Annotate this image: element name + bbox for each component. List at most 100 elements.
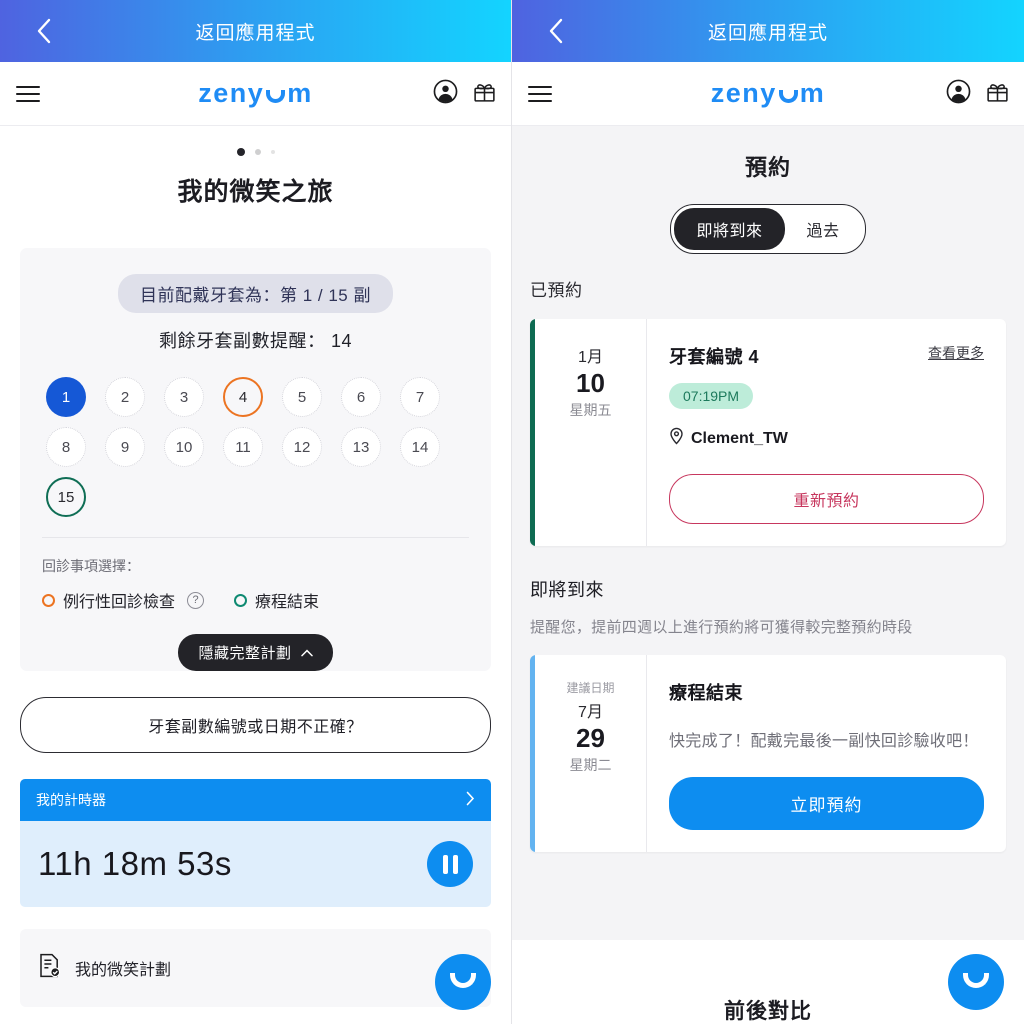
- aligner-plan-card: 目前配戴牙套為：第 1 / 15 副 剩餘牙套副數提醒： 14 1 2 3 4 …: [20, 248, 491, 671]
- native-topbar: 返回應用程式: [512, 0, 1024, 62]
- radio-option-finish[interactable]: 療程結束: [234, 588, 319, 612]
- aligner-cell[interactable]: 12: [282, 427, 322, 467]
- carousel-dot[interactable]: [254, 149, 261, 155]
- rebook-button[interactable]: 重新預約: [669, 474, 984, 524]
- radio-option-routine[interactable]: 例行性回診檢查 ?: [42, 588, 205, 612]
- aligner-cell[interactable]: 13: [341, 427, 381, 467]
- aligner-cell[interactable]: 4: [223, 377, 263, 417]
- appointments-tab-wrap: 即將到來 過去: [512, 182, 1024, 254]
- timer-card-title: 我的計時器: [36, 792, 106, 808]
- chevron-left-icon[interactable]: [542, 18, 568, 44]
- hide-full-plan-button[interactable]: 隱藏完整計劃: [178, 634, 333, 671]
- radio-option-finish-label: 療程結束: [255, 594, 320, 611]
- my-smile-plan-label: 我的微笑計劃: [75, 962, 172, 979]
- appointment-day: 29: [576, 723, 605, 753]
- timer-elapsed-value: 11h 18m 53s: [38, 845, 232, 882]
- booked-section-label: 已預約: [530, 281, 583, 300]
- appointment-location-row: Clement_TW: [669, 427, 984, 450]
- brand-text-left: zeny: [710, 78, 777, 108]
- timer-card[interactable]: 我的計時器 11h 18m 53s: [20, 779, 491, 907]
- appointment-date-block: 建議日期 7月 29 星期二: [535, 655, 647, 852]
- app-header-right: zeny m: [512, 62, 1024, 126]
- location-pin-icon: [669, 427, 684, 450]
- gift-icon[interactable]: [985, 79, 1010, 109]
- appointment-title: 牙套編號 4: [669, 347, 760, 367]
- smile-shape: [450, 973, 476, 988]
- app-header-left: zeny m: [0, 62, 511, 126]
- account-circle-icon[interactable]: [433, 79, 458, 109]
- appointment-month: 1月: [578, 349, 603, 366]
- appointment-date-block: 1月 10 星期五: [535, 319, 647, 546]
- brand-text-right: m: [287, 78, 313, 108]
- current-aligner-chip-wrap: 目前配戴牙套為：第 1 / 15 副: [38, 274, 473, 313]
- current-aligner-chip: 目前配戴牙套為：第 1 / 15 副: [118, 274, 393, 313]
- appointment-description: 快完成了！配戴完最後一副快回診驗收吧！: [669, 733, 979, 750]
- view-more-link[interactable]: 查看更多: [928, 343, 984, 363]
- remaining-aligners-text: 剩餘牙套副數提醒： 14: [158, 331, 353, 351]
- aligner-cell[interactable]: 5: [282, 377, 322, 417]
- appointment-location-name: Clement_TW: [691, 429, 788, 447]
- aligner-cell[interactable]: 3: [164, 377, 204, 417]
- right-phone-panel: 返回應用程式 zeny m 預約 即將到來 過去 已預約 1月 10 星期五 牙…: [512, 0, 1024, 1024]
- zenyum-smile-icon[interactable]: [435, 954, 491, 1010]
- aligner-cell[interactable]: 9: [105, 427, 145, 467]
- native-topbar: 返回應用程式: [0, 0, 511, 62]
- topbar-title: 返回應用程式: [195, 22, 316, 44]
- aligner-cell[interactable]: 2: [105, 377, 145, 417]
- app-header-actions: [433, 79, 497, 109]
- book-now-button[interactable]: 立即預約: [669, 777, 984, 830]
- left-phone-panel: 返回應用程式 zeny m 我的微笑之旅 目前配戴牙套為：第 1 / 15 副 …: [0, 0, 512, 1024]
- dual-phone-screenshot: 返回應用程式 zeny m 我的微笑之旅 目前配戴牙套為：第 1 / 15 副 …: [0, 0, 1024, 1024]
- document-check-icon: [38, 953, 61, 983]
- chevron-right-icon[interactable]: [466, 791, 475, 809]
- tab-past[interactable]: 過去: [785, 208, 862, 250]
- radio-dot-icon: [234, 593, 248, 607]
- hamburger-menu-icon[interactable]: [16, 85, 40, 102]
- tab-upcoming[interactable]: 即將到來: [674, 208, 785, 250]
- appointment-month: 7月: [578, 704, 603, 721]
- hamburger-menu-icon[interactable]: [528, 85, 552, 102]
- wrong-aligner-number-button[interactable]: 牙套副數編號或日期不正確？: [20, 697, 491, 753]
- suggested-date-caption: 建議日期: [566, 681, 615, 695]
- aligner-cell[interactable]: 15: [46, 477, 86, 517]
- account-circle-icon[interactable]: [946, 79, 971, 109]
- booked-appointment-card: 1月 10 星期五 牙套編號 4 查看更多 07:19PM Clement_TW…: [530, 319, 1006, 546]
- page-title: 預約: [744, 155, 791, 180]
- appointment-weekday: 星期五: [569, 401, 612, 418]
- upcoming-appointment-card: 建議日期 7月 29 星期二 療程結束 快完成了！配戴完最後一副快回診驗收吧！ …: [530, 655, 1006, 852]
- brand-smile-u-icon: [778, 90, 798, 103]
- carousel-dots[interactable]: [0, 126, 511, 162]
- timer-card-body: 11h 18m 53s: [20, 821, 491, 907]
- aligner-cell[interactable]: 11: [223, 427, 263, 467]
- appointment-details: 牙套編號 4 查看更多 07:19PM Clement_TW 重新預約: [647, 319, 1006, 546]
- carousel-dot-active[interactable]: [236, 148, 245, 156]
- aligner-cell[interactable]: 1: [46, 377, 86, 417]
- timer-card-header[interactable]: 我的計時器: [20, 779, 491, 821]
- appointments-segmented-control[interactable]: 即將到來 過去: [670, 204, 866, 254]
- collapse-plan-wrap: 隱藏完整計劃: [38, 634, 473, 671]
- appointment-header-row: 牙套編號 4 查看更多: [669, 343, 984, 369]
- aligner-cell[interactable]: 14: [400, 427, 440, 467]
- brand-smile-u-icon: [266, 90, 286, 103]
- pause-icon[interactable]: [427, 841, 473, 887]
- aligner-cell[interactable]: 6: [341, 377, 381, 417]
- my-smile-plan-row[interactable]: 我的微笑計劃: [20, 929, 491, 1007]
- appointment-time-badge: 07:19PM: [669, 383, 754, 409]
- aligner-cell[interactable]: 10: [164, 427, 204, 467]
- appointment-details: 療程結束 快完成了！配戴完最後一副快回診驗收吧！ 立即預約: [647, 655, 1006, 852]
- aligner-number-grid[interactable]: 1 2 3 4 5 6 7 8 9 10 11 12 13 14 15: [38, 353, 473, 523]
- upcoming-section-title: 即將到來: [530, 580, 604, 600]
- appointment-weekday: 星期二: [569, 756, 612, 773]
- zenyum-smile-icon[interactable]: [948, 954, 1004, 1010]
- chevron-left-icon[interactable]: [30, 18, 56, 44]
- brand-text-left: zeny: [198, 78, 265, 108]
- appointment-day: 10: [576, 368, 605, 398]
- visit-purpose-label: 回診事項選擇：: [42, 558, 140, 574]
- question-mark-icon[interactable]: ?: [187, 591, 205, 609]
- carousel-dot[interactable]: [270, 150, 275, 154]
- aligner-cell[interactable]: 8: [46, 427, 86, 467]
- before-after-title: 前後對比: [724, 1000, 812, 1023]
- aligner-cell[interactable]: 7: [400, 377, 440, 417]
- topbar-title: 返回應用程式: [707, 22, 828, 44]
- gift-icon[interactable]: [472, 79, 497, 109]
